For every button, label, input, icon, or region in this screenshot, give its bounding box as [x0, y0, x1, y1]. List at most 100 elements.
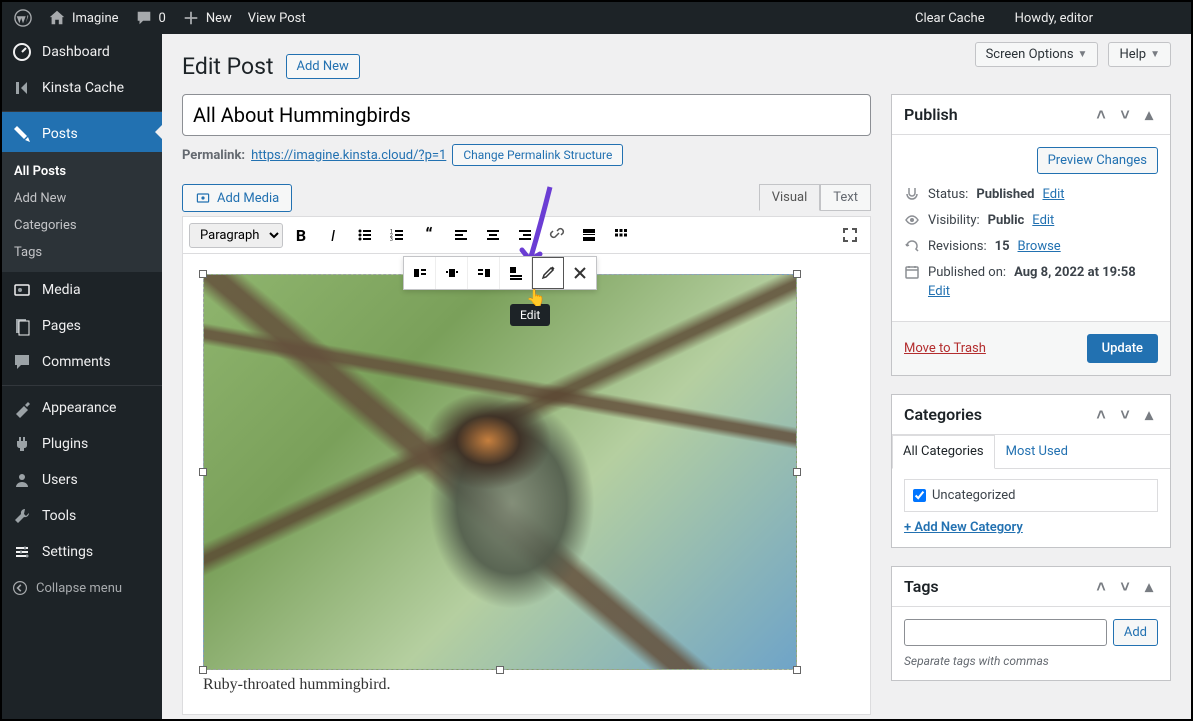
- editor-body[interactable]: Edit 👆 Ruby-throated hummingbird.: [182, 254, 871, 715]
- move-up-icon[interactable]: ˄: [1092, 106, 1110, 124]
- menu-settings[interactable]: Settings: [2, 534, 162, 570]
- number-list-button[interactable]: 123: [383, 221, 411, 249]
- menu-tools[interactable]: Tools: [2, 498, 162, 534]
- resize-handle[interactable]: [793, 468, 801, 476]
- menu-plugins[interactable]: Plugins: [2, 426, 162, 462]
- resize-handle[interactable]: [199, 468, 207, 476]
- tags-input[interactable]: [904, 619, 1107, 646]
- bold-button[interactable]: B: [287, 221, 315, 249]
- add-new-category-link[interactable]: + Add New Category: [904, 520, 1023, 535]
- edit-visibility-link[interactable]: Edit: [1032, 213, 1054, 228]
- browse-revisions-link[interactable]: Browse: [1018, 239, 1061, 254]
- update-button[interactable]: Update: [1087, 334, 1158, 363]
- view-post[interactable]: View Post: [240, 2, 314, 34]
- add-new-button[interactable]: Add New: [286, 54, 360, 79]
- categories-title: Categories: [904, 405, 982, 424]
- edit-status-link[interactable]: Edit: [1042, 187, 1064, 202]
- add-tag-button[interactable]: Add: [1113, 619, 1158, 646]
- submenu-tags[interactable]: Tags: [2, 239, 162, 266]
- menu-media[interactable]: Media: [2, 272, 162, 308]
- resize-handle[interactable]: [496, 666, 504, 674]
- align-center-button[interactable]: [479, 221, 507, 249]
- help-button[interactable]: Help▼: [1108, 42, 1171, 67]
- post-title-input[interactable]: [182, 94, 871, 136]
- editor-toolbar: Paragraph B I 123 “: [182, 216, 871, 254]
- resize-handle[interactable]: [793, 666, 801, 674]
- categories-metabox: Categories ˄ ˅ ▴ All Categories Most Use…: [891, 394, 1171, 548]
- submenu-add-new[interactable]: Add New: [2, 185, 162, 212]
- post-image[interactable]: [203, 274, 797, 670]
- change-permalink-button[interactable]: Change Permalink Structure: [452, 144, 623, 166]
- image-inline-toolbar: [403, 256, 597, 290]
- menu-dashboard[interactable]: Dashboard: [2, 34, 162, 70]
- uncategorized-checkbox[interactable]: [913, 489, 926, 502]
- resize-handle[interactable]: [199, 666, 207, 674]
- img-edit-button[interactable]: [532, 257, 564, 289]
- publish-metabox: Publish ˄ ˅ ▴ Preview Changes Status: Pu…: [891, 94, 1171, 376]
- img-align-right-button[interactable]: [468, 257, 500, 289]
- toolbar-toggle-button[interactable]: [607, 221, 635, 249]
- howdy-account[interactable]: Howdy, editor: [1007, 2, 1101, 34]
- move-down-icon[interactable]: ˅: [1116, 106, 1134, 124]
- submenu-posts: All Posts Add New Categories Tags: [2, 152, 162, 272]
- img-remove-button[interactable]: [564, 257, 596, 289]
- menu-users[interactable]: Users: [2, 462, 162, 498]
- move-down-icon[interactable]: ˅: [1116, 578, 1134, 596]
- menu-appearance[interactable]: Appearance: [2, 385, 162, 426]
- admin-bar: Imagine 0 New View Post Clear Cache Howd…: [2, 2, 1191, 34]
- link-button[interactable]: [543, 221, 571, 249]
- menu-posts[interactable]: Posts: [2, 111, 162, 152]
- edit-tooltip: Edit: [510, 304, 550, 326]
- image-caption[interactable]: Ruby-throated hummingbird.: [203, 676, 850, 694]
- page-title: Edit Post: [182, 44, 274, 84]
- toggle-icon[interactable]: ▴: [1140, 578, 1158, 596]
- site-name[interactable]: Imagine: [40, 2, 127, 34]
- submenu-all-posts[interactable]: All Posts: [2, 158, 162, 185]
- wp-logo[interactable]: [6, 2, 40, 34]
- bullet-list-button[interactable]: [351, 221, 379, 249]
- menu-pages[interactable]: Pages: [2, 308, 162, 344]
- visual-tab[interactable]: Visual: [759, 184, 821, 211]
- toggle-icon[interactable]: ▴: [1140, 106, 1158, 124]
- permalink-row: Permalink: https://imagine.kinsta.cloud/…: [182, 144, 871, 166]
- comments-bubble[interactable]: 0: [127, 2, 174, 34]
- img-align-center-button[interactable]: [436, 257, 468, 289]
- move-up-icon[interactable]: ˄: [1092, 578, 1110, 596]
- resize-handle[interactable]: [199, 270, 207, 278]
- category-item[interactable]: Uncategorized: [913, 488, 1149, 503]
- align-right-button[interactable]: [511, 221, 539, 249]
- svg-text:3: 3: [390, 237, 393, 243]
- selected-image[interactable]: Edit 👆: [203, 274, 797, 670]
- italic-button[interactable]: I: [319, 221, 347, 249]
- readmore-button[interactable]: [575, 221, 603, 249]
- tags-title: Tags: [904, 577, 939, 596]
- all-categories-tab[interactable]: All Categories: [892, 435, 995, 469]
- publish-title: Publish: [904, 105, 958, 124]
- menu-comments[interactable]: Comments: [2, 344, 162, 380]
- submenu-categories[interactable]: Categories: [2, 212, 162, 239]
- img-align-none-button[interactable]: [500, 257, 532, 289]
- text-tab[interactable]: Text: [820, 184, 871, 211]
- permalink-url[interactable]: https://imagine.kinsta.cloud/?p=1: [251, 148, 446, 163]
- menu-kinsta-cache[interactable]: Kinsta Cache: [2, 70, 162, 106]
- toggle-icon[interactable]: ▴: [1140, 406, 1158, 424]
- align-left-button[interactable]: [447, 221, 475, 249]
- move-to-trash-link[interactable]: Move to Trash: [904, 341, 986, 356]
- cursor-icon: 👆: [526, 288, 546, 307]
- move-up-icon[interactable]: ˄: [1092, 406, 1110, 424]
- quote-button[interactable]: “: [415, 221, 443, 249]
- resize-handle[interactable]: [793, 270, 801, 278]
- format-select[interactable]: Paragraph: [189, 223, 283, 248]
- edit-date-link[interactable]: Edit: [928, 284, 950, 299]
- most-used-tab[interactable]: Most Used: [995, 435, 1079, 468]
- move-down-icon[interactable]: ˅: [1116, 406, 1134, 424]
- img-align-left-button[interactable]: [404, 257, 436, 289]
- preview-changes-button[interactable]: Preview Changes: [1037, 147, 1158, 174]
- add-media-button[interactable]: Add Media: [182, 184, 292, 212]
- clear-cache[interactable]: Clear Cache: [907, 2, 993, 34]
- fullscreen-button[interactable]: [836, 221, 864, 249]
- collapse-menu[interactable]: Collapse menu: [2, 570, 162, 606]
- main-content: Screen Options▼ Help▼ Edit Post Add New …: [162, 34, 1191, 719]
- new-content[interactable]: New: [174, 2, 240, 34]
- screen-options-button[interactable]: Screen Options▼: [975, 42, 1099, 67]
